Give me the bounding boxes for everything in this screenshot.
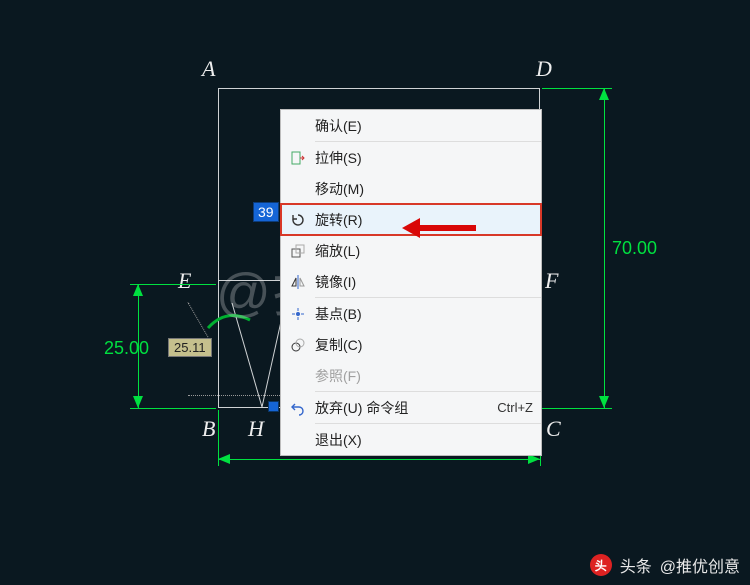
basepoint-icon: [281, 306, 315, 322]
dim-right-arrow-t: [599, 88, 609, 100]
vertex-a: A: [202, 56, 215, 82]
distance-input[interactable]: 39: [253, 202, 279, 222]
menu-label: 放弃(U) 命令组: [315, 398, 497, 418]
cad-canvas[interactable]: A D E F B H C 70.00 70.00 25.00 39 25: [0, 0, 750, 585]
dim-bottom-arrow-l: [218, 454, 230, 464]
source-label: 头条: [620, 553, 652, 577]
context-menu: 确认(E) 拉伸(S) 移动(M) 旋转(R) 缩放(L): [280, 109, 542, 456]
menu-label: 缩放(L): [315, 241, 533, 261]
menu-item-mirror[interactable]: 镜像(I): [281, 266, 541, 297]
rotate-icon: [281, 212, 315, 228]
dim-left-ext-bot: [130, 408, 216, 409]
menu-item-reference: 参照(F): [281, 360, 541, 391]
callout-arrow: [418, 225, 476, 231]
measure-tooltip: 25.11: [168, 338, 212, 357]
menu-shortcut: Ctrl+Z: [497, 400, 533, 415]
menu-label: 退出(X): [315, 430, 533, 450]
menu-label: 确认(E): [315, 116, 533, 136]
author-label: @推优创意: [660, 553, 740, 577]
menu-item-undo[interactable]: 放弃(U) 命令组 Ctrl+Z: [281, 392, 541, 423]
menu-label: 基点(B): [315, 304, 533, 324]
toutiao-logo-icon: 头: [590, 554, 612, 576]
dim-left-arrow-t: [133, 284, 143, 296]
undo-icon: [281, 400, 315, 416]
dim-left-text: 25.00: [104, 338, 149, 359]
vertex-e: E: [178, 268, 191, 294]
menu-item-basepoint[interactable]: 基点(B): [281, 298, 541, 329]
source-credit: 头 头条 @推优创意: [590, 553, 740, 577]
dim-bottom-line: [218, 459, 540, 460]
stretch-icon: [281, 150, 315, 166]
menu-label: 复制(C): [315, 335, 533, 355]
dim-right-ext-bot: [542, 408, 612, 409]
vertex-c: C: [546, 416, 561, 442]
menu-item-confirm[interactable]: 确认(E): [281, 110, 541, 141]
vertex-d: D: [536, 56, 552, 82]
menu-item-scale[interactable]: 缩放(L): [281, 235, 541, 266]
dim-left-arrow-b: [133, 396, 143, 408]
menu-label: 拉伸(S): [315, 148, 533, 168]
menu-item-move[interactable]: 移动(M): [281, 173, 541, 204]
vertex-h: H: [248, 416, 264, 442]
copy-icon: [281, 337, 315, 353]
dim-right-line: [604, 88, 605, 408]
vertex-b: B: [202, 416, 215, 442]
menu-label: 移动(M): [315, 179, 533, 199]
menu-label: 镜像(I): [315, 272, 533, 292]
menu-item-stretch[interactable]: 拉伸(S): [281, 142, 541, 173]
dim-right-text: 70.00: [612, 238, 657, 259]
scale-icon: [281, 243, 315, 259]
menu-item-exit[interactable]: 退出(X): [281, 424, 541, 455]
menu-item-copy[interactable]: 复制(C): [281, 329, 541, 360]
vertex-f: F: [545, 268, 558, 294]
dim-right-arrow-b: [599, 396, 609, 408]
menu-label: 参照(F): [315, 366, 533, 386]
mirror-icon: [281, 274, 315, 290]
